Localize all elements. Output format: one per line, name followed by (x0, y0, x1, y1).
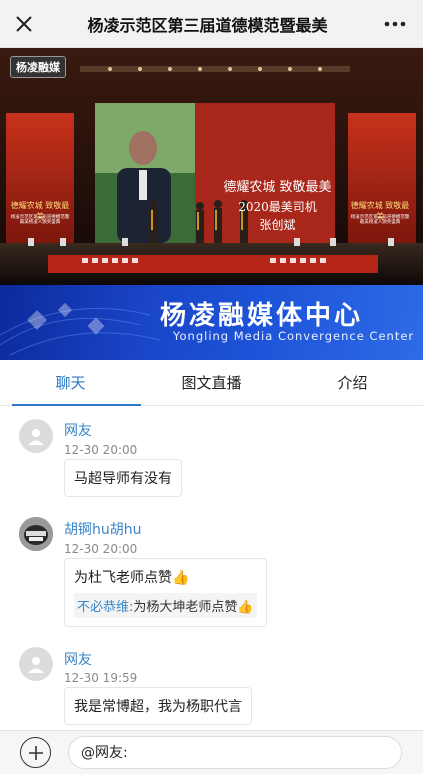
chat-nickname[interactable]: 胡锕hu胡hu (64, 519, 142, 539)
quoted-nickname[interactable]: 不必恭维: (77, 600, 133, 615)
quoted-text: 为杨大坤老师点赞 (133, 600, 238, 615)
chat-nickname[interactable]: 网友 (64, 420, 92, 440)
tab-live-text[interactable]: 图文直播 (141, 360, 282, 405)
default-user-icon (28, 657, 44, 673)
avatar[interactable] (19, 419, 53, 453)
quoted-reply: 不必恭维:为杨大坤老师点赞👍 (74, 593, 257, 618)
stage-scene (0, 48, 423, 285)
close-button[interactable] (0, 0, 48, 48)
input-bar: @网友: (0, 730, 423, 774)
right-panel-subtitle: 杨凌示范区第三届道德模范暨最美杨凌人颁奖盛典 (350, 215, 410, 226)
page-title: 杨凌示范区第三届道德模范暨最美 (87, 15, 328, 35)
chat-list[interactable]: 网友 12-30 20:00 马超导师有没有 胡锕hu胡hu 12-30 20:… (0, 407, 423, 730)
more-dots-icon (384, 21, 406, 26)
screen-award: 2020最美司机 (238, 200, 317, 214)
chat-bubble[interactable]: 我是常博超，我为杨职代言 (64, 687, 252, 725)
chat-bubble[interactable]: 马超导师有没有 (64, 459, 182, 497)
avatar[interactable] (19, 517, 53, 551)
close-icon (16, 15, 32, 32)
chat-bubble[interactable]: 为杜飞老师点赞👍 不必恭维:为杨大坤老师点赞👍 (64, 558, 267, 627)
screen-slogan: 德耀农城 致敬最美 (223, 180, 332, 195)
tab-bar: 聊天 图文直播 介绍 (0, 360, 423, 406)
user-photo-icon (19, 517, 53, 551)
tab-chat[interactable]: 聊天 (0, 360, 141, 406)
add-button[interactable] (20, 737, 51, 768)
more-button[interactable] (367, 0, 423, 48)
top-bar: 杨凌示范区第三届道德模范暨最美 (0, 0, 423, 48)
chat-timestamp: 12-30 19:59 (64, 671, 138, 685)
plus-icon (28, 745, 43, 760)
chat-timestamp: 12-30 20:00 (64, 443, 138, 457)
chat-input[interactable]: @网友: (68, 736, 402, 769)
banner-subtitle: Yongling Media Convergence Center (173, 329, 415, 343)
left-panel-subtitle: 杨凌示范区第三届道德模范暨最美杨凌人颁奖盛典 (10, 215, 70, 226)
default-user-icon (28, 429, 44, 445)
chat-text: 为杜飞老师点赞 (74, 570, 172, 586)
avatar[interactable] (19, 647, 53, 681)
banner-title: 杨凌融媒体中心 (160, 301, 364, 331)
chat-nickname[interactable]: 网友 (64, 649, 92, 669)
screen-honoree: 张创斌 (259, 218, 296, 232)
thumbs-up-icon: 👍 (237, 600, 254, 615)
channel-logo: 杨凌融媒 (10, 56, 66, 78)
live-video-player[interactable]: 杨凌融媒 德耀农城 致敬最美 2020最美司机 张创斌 德耀农城 致敬最美 杨凌… (0, 48, 423, 285)
tab-intro[interactable]: 介绍 (282, 360, 423, 405)
media-center-banner: 杨凌融媒体中心 Yongling Media Convergence Cente… (0, 285, 423, 360)
chat-timestamp: 12-30 20:00 (64, 542, 138, 556)
thumbs-up-icon: 👍 (172, 570, 190, 586)
